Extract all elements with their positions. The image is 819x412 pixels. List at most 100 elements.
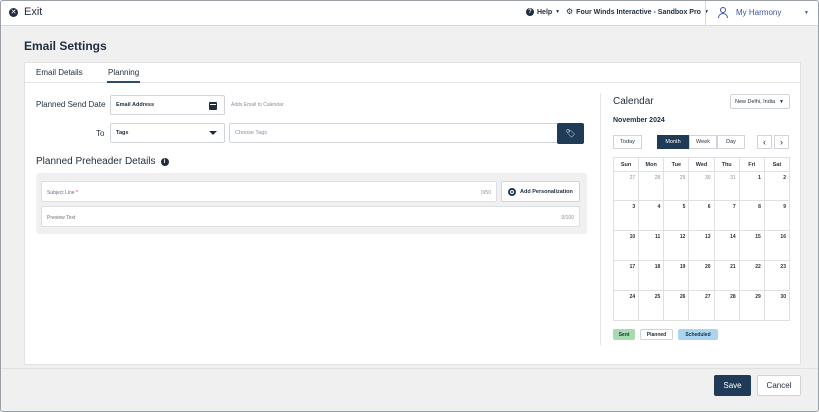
calendar-day-cell[interactable]: 24	[614, 291, 640, 320]
calendar-title: Calendar	[613, 96, 654, 107]
preheader-title: Planned Preheader Details i	[36, 156, 169, 167]
calendar-day-cell[interactable]: 13	[689, 231, 715, 260]
chevron-right-icon: ›	[780, 136, 783, 147]
calendar-day-cell[interactable]: 22	[740, 261, 765, 290]
page-title: Email Settings	[24, 39, 107, 53]
month-view-button[interactable]: Month	[657, 135, 689, 149]
choose-tags-input[interactable]: Choose Tags	[229, 123, 559, 143]
calendar-day-cell[interactable]: 18	[639, 261, 665, 290]
user-label: My Harmony	[736, 7, 782, 17]
calendar-day-cell[interactable]: 11	[639, 231, 665, 260]
choose-tags-placeholder: Choose Tags	[235, 130, 268, 136]
calendar-day-cell[interactable]: 2	[765, 172, 789, 200]
calendar-day-cell[interactable]: 6	[689, 201, 715, 230]
add-personalization-label: Add Personalization	[520, 188, 573, 195]
user-icon	[718, 7, 728, 18]
calendar-week-row: 24 25 26 27 28 29 30	[613, 291, 790, 321]
legend-sent: Sent	[613, 329, 635, 340]
exit-button[interactable]: ✕ Exit	[9, 6, 42, 18]
calendar-day-cell[interactable]: 28	[639, 172, 665, 200]
calendar-day-cell[interactable]: 27	[614, 172, 640, 200]
org-selector[interactable]: ⚙ Four Winds Interactive - Sandbox Pro ▼	[566, 8, 709, 16]
calendar-day-cell[interactable]: 4	[639, 201, 665, 230]
chevron-down-icon	[209, 131, 217, 135]
week-view-button[interactable]: Week	[689, 135, 717, 149]
exit-label: Exit	[24, 6, 43, 18]
tab-planning[interactable]: Planning	[106, 68, 141, 83]
calendar-day-cell[interactable]: 25	[639, 291, 665, 320]
calendar-day-cell[interactable]: 23	[765, 261, 789, 290]
preview-text-placeholder: Preview Text	[47, 215, 76, 221]
email-hint: Adds Email to Calendar	[231, 102, 284, 108]
month-title: November 2024	[613, 117, 665, 124]
calendar-day-cell[interactable]: 27	[689, 291, 715, 320]
help-label: Help	[537, 8, 553, 16]
tab-email-details[interactable]: Email Details	[36, 68, 83, 77]
calendar-icon[interactable]	[209, 102, 217, 110]
timezone-select[interactable]: New Delhi, India ▼	[730, 94, 790, 109]
add-personalization-button[interactable]: Add Personalization	[501, 181, 580, 202]
weekday-label: Wed	[689, 158, 715, 171]
calendar-day-cell[interactable]: 20	[689, 261, 715, 290]
calendar-day-cell[interactable]: 29	[740, 291, 765, 320]
weekday-label: Mon	[639, 158, 665, 171]
chevron-down-icon: ▼	[555, 9, 561, 15]
preview-text-input[interactable]: Preview Text 0/100	[41, 206, 580, 227]
calendar-day-cell[interactable]: 10	[614, 231, 640, 260]
tags-dropdown[interactable]: Tags	[110, 123, 225, 143]
calendar-day-cell[interactable]: 29	[664, 172, 690, 200]
tab-bar: Email Details Planning	[25, 63, 800, 83]
calendar-day-cell[interactable]: 8	[740, 201, 765, 230]
email-address-field[interactable]: Email Address	[110, 95, 225, 115]
calendar-day-cell[interactable]: 5	[664, 201, 690, 230]
top-bar: ✕ Exit ? Help ▼ ⚙ Four Winds Interactive…	[1, 1, 818, 26]
info-icon[interactable]: i	[160, 157, 169, 166]
to-label: To	[96, 129, 105, 138]
weekday-label: Tue	[664, 158, 690, 171]
calendar-day-cell[interactable]: 16	[765, 231, 789, 260]
cancel-button[interactable]: Cancel	[757, 375, 801, 396]
calendar-week-row: 3456789	[613, 201, 790, 231]
legend-planned: Planned	[640, 329, 673, 340]
personalization-icon	[508, 187, 516, 196]
org-label: Four Winds Interactive - Sandbox Pro	[576, 8, 701, 16]
calendar-day-cell[interactable]: 7	[715, 201, 740, 230]
next-month-button[interactable]: ›	[774, 135, 789, 149]
gear-icon: ⚙	[566, 7, 574, 16]
settings-card: Email Details Planning Planned Send Date…	[24, 62, 801, 365]
preheader-title-text: Planned Preheader Details	[36, 156, 156, 167]
subject-line-input[interactable]: Subject Line * 0/50	[41, 181, 497, 202]
prev-month-button[interactable]: ‹	[757, 135, 772, 149]
calendar-day-cell[interactable]: 1	[740, 172, 765, 200]
calendar-day-cell[interactable]: 19	[664, 261, 690, 290]
send-date-label: Planned Send Date	[36, 100, 106, 109]
calendar-week-row: 17 18 19 20 21 22 23	[613, 261, 790, 291]
day-view-button[interactable]: Day	[717, 135, 745, 149]
calendar-day-cell[interactable]: 30	[765, 291, 789, 320]
chevron-left-icon: ‹	[763, 136, 766, 147]
calendar-day-cell[interactable]: 28	[715, 291, 740, 320]
calendar-day-cell[interactable]: 30	[689, 172, 715, 200]
save-button[interactable]: Save	[714, 375, 751, 396]
app-window: ✕ Exit ? Help ▼ ⚙ Four Winds Interactive…	[0, 0, 819, 412]
subject-line-counter: 0/50	[481, 190, 491, 196]
tag-icon: 🏷	[565, 129, 576, 138]
subject-line-placeholder: Subject Line *	[47, 190, 78, 196]
calendar-divider	[600, 93, 601, 345]
calendar-day-cell[interactable]: 26	[664, 291, 690, 320]
calendar-day-cell[interactable]: 9	[765, 201, 789, 230]
calendar-day-cell[interactable]: 14	[715, 231, 740, 260]
calendar-day-cell[interactable]: 17	[614, 261, 640, 290]
user-menu[interactable]: My Harmony	[718, 7, 782, 18]
tags-button[interactable]: 🏷	[557, 123, 584, 144]
calendar-day-cell[interactable]: 12	[664, 231, 690, 260]
topbar-divider	[705, 1, 706, 26]
today-button[interactable]: Today	[613, 135, 642, 149]
help-menu[interactable]: ? Help ▼	[526, 8, 560, 16]
chevron-down-icon[interactable]: ▼	[804, 10, 809, 16]
preview-text-counter: 0/100	[561, 215, 574, 221]
calendar-day-cell[interactable]: 15	[740, 231, 765, 260]
calendar-day-cell[interactable]: 21	[715, 261, 740, 290]
calendar-day-cell[interactable]: 3	[614, 201, 640, 230]
calendar-day-cell[interactable]: 31	[715, 172, 740, 200]
